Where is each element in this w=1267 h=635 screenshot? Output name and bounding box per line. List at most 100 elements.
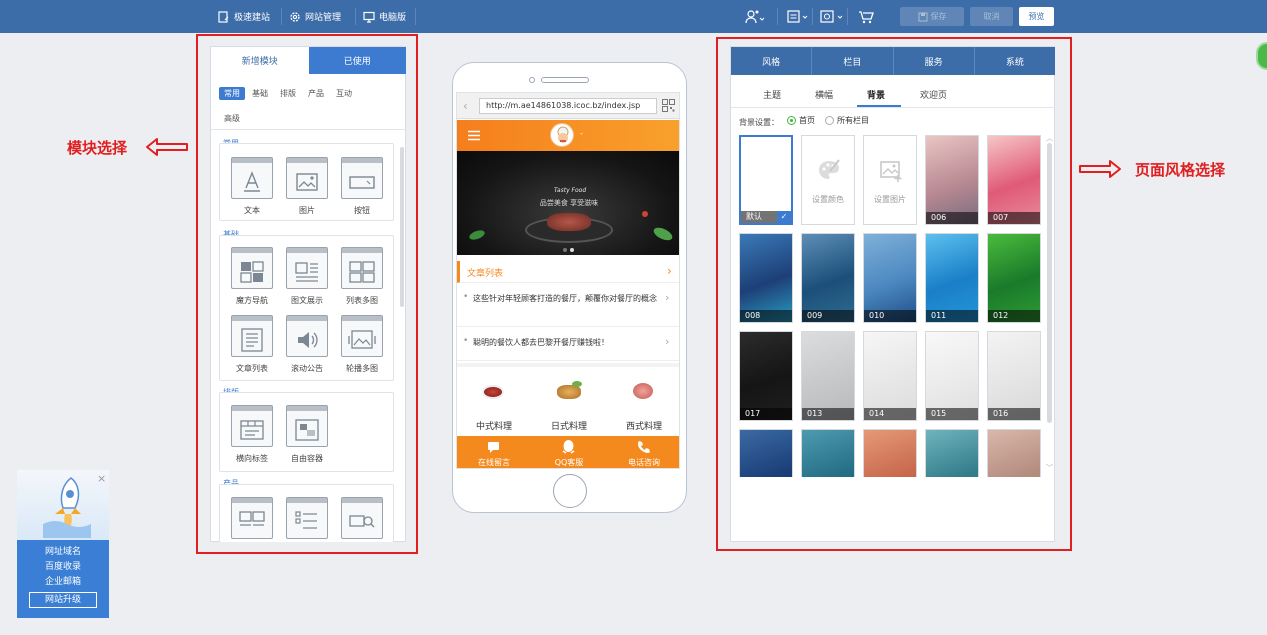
module-button[interactable]: 按钮 [338,157,386,219]
scroll-up-icon[interactable]: ︿ [1046,133,1053,143]
module-cube-nav[interactable]: 魔方导航 [228,247,276,309]
cart-button[interactable] [858,0,874,33]
tab-used-module[interactable]: 已使用 [308,47,406,74]
module-scrollbar[interactable] [400,147,404,307]
category-chip-product[interactable]: 产品 [303,87,329,100]
module-product-search[interactable] [338,497,386,541]
float-helper-button[interactable] [1256,42,1267,70]
radio-all-columns[interactable]: 所有栏目 [825,115,869,126]
tab-columns[interactable]: 栏目 [812,47,894,75]
subtab-welcome[interactable]: 欢迎页 [920,88,947,101]
banner[interactable]: Tasty Food 品尝美食 享受滋味 [457,151,679,255]
cart-icon [859,10,874,23]
background-tile[interactable]: 011 [925,233,979,323]
category-chip-interactive[interactable]: 互动 [331,87,357,100]
back-arrow-icon[interactable]: ‹ [463,99,468,113]
article-list-header[interactable]: 文章列表 › [457,261,679,283]
background-tile[interactable] [801,429,855,477]
category-chip-common[interactable]: 常用 [219,87,245,100]
module-product-list[interactable] [283,497,331,541]
background-tile[interactable] [863,429,917,477]
background-tile[interactable]: 017 [739,331,793,421]
rocket-illustration [17,470,109,540]
product-list-icon [295,511,317,529]
background-tile[interactable]: 006 [925,135,979,225]
home-button[interactable] [553,474,587,508]
category-chip-advanced[interactable]: 高级 [219,113,245,124]
module-horizontal-tabs[interactable]: 横向标签 [228,405,276,467]
tile-scrollbar[interactable] [1047,143,1052,423]
background-tile[interactable]: 默认 ✓ [739,135,793,225]
module-list-multi-image[interactable]: 列表多图 [338,247,386,309]
tile-label: 016 [988,408,1040,420]
background-tile[interactable]: 015 [925,331,979,421]
tile-label: 006 [926,212,978,224]
module-article-list[interactable]: 文章列表 [228,315,276,377]
close-icon[interactable]: × [97,472,106,485]
background-tile[interactable]: 设置颜色 [801,135,855,225]
background-tile[interactable]: 007 [987,135,1041,225]
background-tile[interactable] [925,429,979,477]
tab-new-module[interactable]: 新增模块 [211,47,309,74]
background-tile[interactable]: 016 [987,331,1041,421]
url-field[interactable]: http://m.ae14861038.icoc.bz/index.jsp [479,98,657,114]
cancel-button[interactable]: 取消 [970,7,1013,26]
chef-logo-icon [557,126,569,143]
cuisine-item-chinese[interactable]: 中式料理 [457,373,531,435]
menu-icon[interactable] [467,130,481,141]
save-icon [918,12,927,21]
background-tile[interactable]: 014 [863,331,917,421]
desktop-version-button[interactable]: 电脑版 [363,0,406,33]
site-manage-button[interactable]: 网站管理 [289,0,341,33]
background-tile[interactable] [987,429,1041,477]
tab-label: 风格 [762,57,781,68]
preview-button[interactable]: 预览 [1019,7,1054,26]
nav-phone[interactable]: 电话咨询 [607,436,679,468]
quick-build-button[interactable]: 极速建站 [218,0,270,33]
check-icon: ✓ [777,211,791,223]
subtab-theme[interactable]: 主题 [763,88,781,101]
cuisine-item-western[interactable]: 西式料理 [607,373,679,435]
background-tile[interactable]: 009 [801,233,855,323]
background-tile[interactable]: 008 [739,233,793,323]
category-chip-basic[interactable]: 基础 [247,87,273,100]
background-tile[interactable]: 设置图片 [863,135,917,225]
subtab-background[interactable]: 背景 [867,88,885,101]
carousel-dot[interactable] [563,248,567,252]
subtab-banner[interactable]: 横幅 [815,88,833,101]
module-carousel[interactable]: 轮播多图 [338,315,386,377]
save-button[interactable]: 保存 [900,7,964,26]
tab-style[interactable]: 风格 [731,47,813,75]
module-image[interactable]: 图片 [283,157,331,219]
tab-system[interactable]: 系统 [975,47,1055,75]
annotation-module-select: 模块选择 [67,139,128,157]
article-list-title: 文章列表 [467,269,504,279]
nav-message[interactable]: 在线留言 [457,436,531,468]
banner-caption: 品尝美食 享受滋味 [539,199,599,207]
article-item[interactable]: • 聪明的餐饮人都去巴黎开餐厅赚钱啦！ › [457,333,679,361]
category-chip-layout[interactable]: 排版 [275,87,301,100]
module-free-container[interactable]: 自由容器 [283,405,331,467]
tile-label: 013 [802,408,854,420]
background-tile[interactable]: 012 [987,233,1041,323]
background-tile-grid: 默认 ✓ 设置颜色 设置图片 006 007 008 009 010 011 012 017 013 01… [731,127,1047,477]
page-menu-button[interactable] [787,0,809,33]
module-image-text[interactable]: 图文展示 [283,247,331,309]
nav-qq[interactable]: QQ客服 [532,436,606,468]
user-menu-button[interactable] [745,0,765,33]
module-scroll-notice[interactable]: 滚动公告 [283,315,331,377]
article-item[interactable]: • 这些针对年轻顾客打造的餐厅，颠覆你对餐厅的概念 › [457,289,679,327]
background-tile[interactable]: 010 [863,233,917,323]
carousel-dot-active[interactable] [570,248,574,252]
module-text[interactable]: 文本 [228,157,276,219]
radio-homepage[interactable]: 首页 [787,115,815,126]
template-menu-button[interactable] [820,0,844,33]
tab-services[interactable]: 服务 [894,47,975,75]
background-tile[interactable] [739,429,793,477]
scroll-down-icon[interactable]: ﹀ [1046,463,1053,473]
module-product-grid[interactable] [228,497,276,541]
background-tile[interactable]: 013 [801,331,855,421]
qr-code-icon[interactable] [662,99,675,112]
upgrade-button[interactable]: 网站升级 [29,592,97,608]
cuisine-item-japanese[interactable]: 日式料理 [532,373,606,435]
